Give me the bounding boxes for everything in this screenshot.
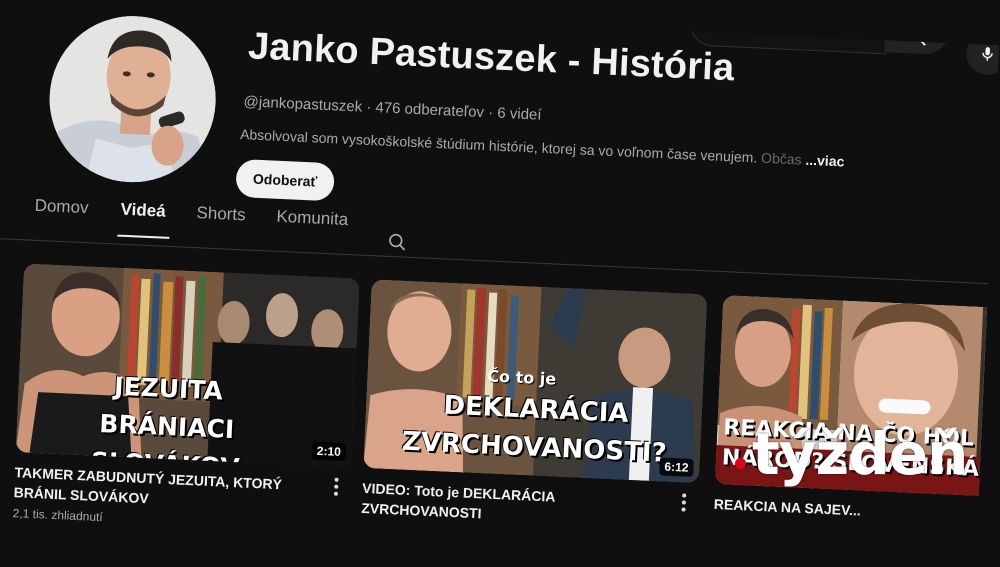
thumbnail-overlay-small: Čo to je — [487, 367, 557, 389]
video-card[interactable]: Čo to je DEKLARÁCIA ZVRCHOVANOSTI? 6:12 … — [361, 279, 708, 537]
channel-avatar[interactable] — [46, 12, 219, 185]
tab-home[interactable]: Domov — [34, 196, 89, 218]
subscriber-count: 476 odberateľov — [375, 99, 484, 121]
search-icon[interactable] — [387, 232, 408, 253]
tab-videos[interactable]: Videá — [120, 200, 166, 222]
duration-badge: 6:12 — [659, 457, 694, 477]
channel-description[interactable]: Absolvoval som vysokoškolské štúdium his… — [240, 126, 845, 169]
subscribe-button[interactable]: Odoberať — [235, 159, 335, 201]
channel-title: Janko Pastuszek - História — [247, 25, 735, 90]
description-text: Absolvoval som vysokoškolské štúdium his… — [240, 126, 758, 165]
kebab-icon[interactable] — [681, 493, 688, 514]
description-fade: Občas — [761, 150, 802, 168]
watermark-text: týždeň — [752, 420, 967, 488]
search-button[interactable] — [885, 0, 951, 55]
video-card[interactable]: REAKCIA NA ČO HOL NÁROD? SLOVENSKÁ ŠĽA R… — [713, 295, 999, 529]
video-count: 6 videí — [497, 105, 542, 124]
active-tab-indicator — [117, 235, 169, 239]
tab-shorts[interactable]: Shorts — [196, 203, 246, 225]
voice-search-button[interactable] — [966, 32, 999, 76]
video-title[interactable]: REAKCIA NA SAJEV... — [713, 494, 999, 528]
video-title[interactable]: VIDEO: Toto je DEKLARÁCIA ZVRCHOVANOSTI — [361, 478, 663, 532]
duration-badge: 2:10 — [311, 442, 346, 462]
kebab-icon[interactable] — [334, 478, 341, 499]
video-thumbnail[interactable]: JEZUITA BRÁNIACI SLOVÁKOV 2:10 — [16, 263, 360, 467]
video-card[interactable]: JEZUITA BRÁNIACI SLOVÁKOV 2:10 TAKMER ZA… — [12, 263, 359, 535]
more-link[interactable]: ...viac — [805, 152, 845, 170]
thumbnail-overlay-text: JEZUITA BRÁNIACI SLOVÁKOV — [54, 365, 279, 467]
video-thumbnail[interactable]: Čo to je DEKLARÁCIA ZVRCHOVANOSTI? 6:12 — [363, 279, 707, 483]
channel-handle: @jankopastuszek — [243, 93, 362, 115]
mic-icon — [978, 44, 997, 63]
search-icon — [906, 25, 929, 48]
channel-meta: @jankopastuszek · 476 odberateľov · 6 vi… — [243, 93, 542, 124]
tab-community[interactable]: Komunita — [276, 207, 349, 230]
watermark-dot — [735, 458, 746, 469]
thumbnail-overlay-text: DEKLARÁCIA ZVRCHOVANOSTI? — [394, 384, 677, 473]
overlay-line: JEZUITA BRÁNIACI — [56, 365, 279, 451]
tyzden-watermark: týždeň — [735, 420, 967, 488]
